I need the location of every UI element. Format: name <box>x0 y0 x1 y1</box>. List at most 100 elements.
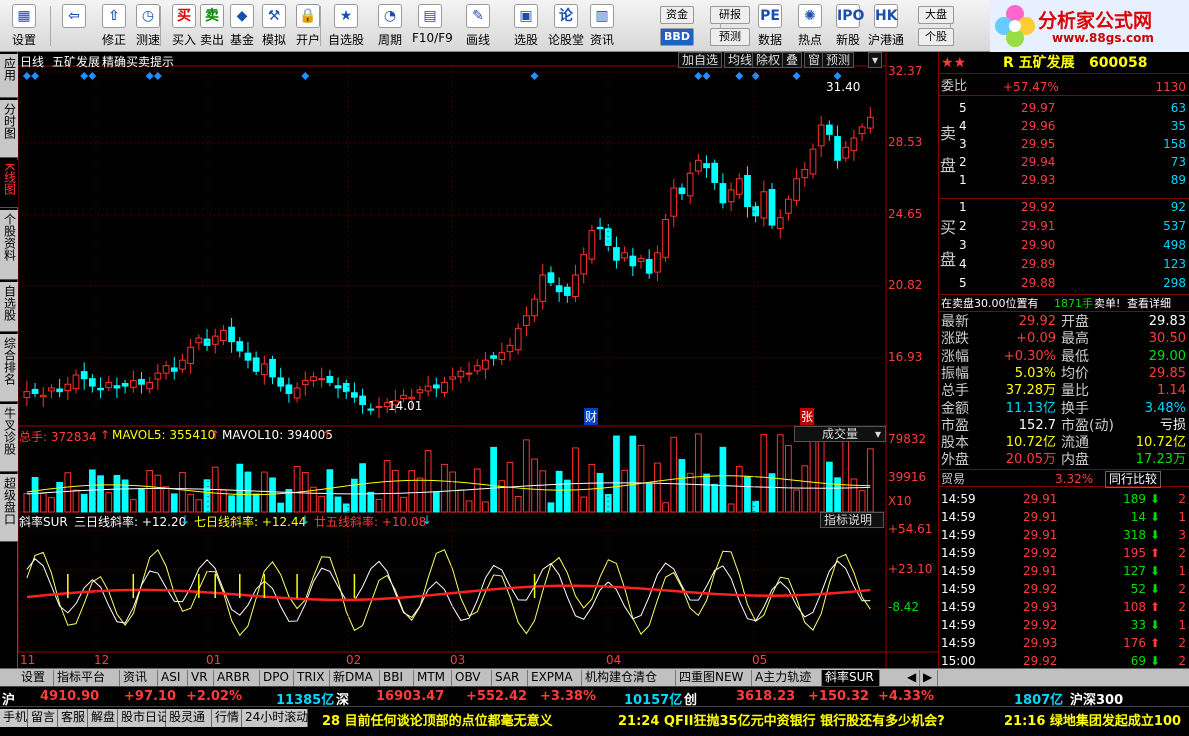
toolbar-f10-button[interactable]: ▤ F10/F9 <box>412 2 453 50</box>
ask-row[interactable]: 1 29.93 89 <box>939 171 1189 189</box>
left-tab-1[interactable]: 分时图 <box>0 100 18 158</box>
toolbar-menu-2[interactable]: 研报 <box>710 6 750 24</box>
news-tab-3[interactable]: 解盘 <box>88 709 118 727</box>
favorite-stars-icon[interactable]: ★★ <box>941 52 966 74</box>
indicator-tab-10[interactable]: MTM <box>414 670 452 686</box>
chart-menu-chevron-icon[interactable]: ▾ <box>868 52 883 68</box>
left-tab-7[interactable]: 超级盘口 <box>0 474 18 542</box>
bid-row[interactable]: 3 29.90 498 <box>939 236 1189 254</box>
indicator-tab-14[interactable]: 机构建仓清仓 <box>582 670 676 686</box>
news-headline-link[interactable]: 28 目前任何谈论顶部的点位都毫无意义 <box>322 710 553 729</box>
toolbar-hammer-button[interactable]: ⚒ 模拟 <box>256 2 292 50</box>
toolbar-data-button[interactable]: PE 数据 <box>752 2 788 50</box>
indicator-tab-5[interactable]: ARBR <box>214 670 260 686</box>
big-order-notice[interactable]: 在卖盘30.00位置有 1871手 卖单! 查看详细 <box>939 294 1189 312</box>
indicator-tab-12[interactable]: SAR <box>492 670 528 686</box>
toolbar-ipo-button[interactable]: IPO 新股 <box>830 2 866 50</box>
indicator-tab-8[interactable]: 新DMA <box>330 670 380 686</box>
news-tab-0[interactable]: 手机 <box>0 709 28 727</box>
notice-detail-link[interactable]: 查看详细 <box>1127 295 1171 313</box>
toolbar-pencil-button[interactable]: ✎ 画线 <box>460 2 496 50</box>
toolbar-grid-button[interactable]: ▦ 设置 <box>2 2 46 50</box>
indicator-tab-16[interactable]: A主力轨迹 <box>752 670 822 686</box>
left-tab-6[interactable]: 牛叉诊股 <box>0 404 18 472</box>
scroll-left-icon[interactable]: ◀ <box>904 670 920 686</box>
chart-btn-2[interactable]: 除权 <box>752 52 785 68</box>
toolbar-hot-button[interactable]: ✺ 热点 <box>792 2 828 50</box>
toolbar-label: 论股堂 <box>548 33 585 47</box>
industry-compare-button[interactable]: 同行比较 <box>1105 471 1162 488</box>
finance-mark-badge[interactable]: 财 <box>584 408 599 425</box>
toolbar-back-arrow-button[interactable]: ⇦ <box>52 2 96 50</box>
chart-btn-3[interactable]: 叠 <box>782 52 803 68</box>
news-headline-link[interactable]: 21:16 绿地集团发起成立100 <box>1004 710 1181 729</box>
news-tab-4[interactable]: 股市日记 <box>118 709 169 727</box>
expand-mark-badge[interactable]: 张 <box>800 408 815 425</box>
candle-body <box>31 388 39 394</box>
news-tab-5[interactable]: 股灵通 <box>166 709 212 727</box>
left-tab-0[interactable]: 应用 <box>0 54 18 98</box>
candle-body <box>596 226 604 230</box>
bid-row[interactable]: 5 29.88 298 <box>939 274 1189 292</box>
toolbar-fund-button[interactable]: ◆ 基金 <box>224 2 260 50</box>
indicator-help-button[interactable]: 指标说明 <box>820 512 884 528</box>
left-tab-3[interactable]: 个股资料 <box>0 210 18 280</box>
toolbar-menu-1[interactable]: BBD <box>660 28 694 46</box>
toolbar-screen-button[interactable]: ▣ 选股 <box>508 2 544 50</box>
candle-body <box>670 187 678 217</box>
bid-row[interactable]: 2 29.91 537 <box>939 217 1189 235</box>
left-tab-5[interactable]: 综合排名 <box>0 334 18 402</box>
volume-bar <box>793 489 800 513</box>
toolbar-star-button[interactable]: ★ 自选股 <box>328 2 364 50</box>
toolbar-menu-5[interactable]: 个股 <box>918 28 954 46</box>
ask-row[interactable]: 2 29.94 73 <box>939 153 1189 171</box>
toolbar-menu-4[interactable]: 大盘 <box>918 6 954 24</box>
news-headline-link[interactable]: 21:24 QFII狂抛35亿元中资银行 银行股还有多少机会? <box>618 710 945 729</box>
indicator-tab-6[interactable]: DPO <box>260 670 294 686</box>
candle-body <box>645 258 653 274</box>
ask-row[interactable]: 5 29.97 63 <box>939 99 1189 117</box>
volume-indicator-select[interactable]: 成交量 ▾ <box>794 426 886 442</box>
indicator-tab-15[interactable]: 四重图NEW <box>676 670 752 686</box>
candle-body <box>482 359 489 370</box>
toolbar-hk-button[interactable]: HK 沪港通 <box>868 2 904 50</box>
indicator-tab-13[interactable]: EXPMA <box>528 670 582 686</box>
chart-btn-0[interactable]: 加自选 <box>678 52 723 68</box>
ask-row[interactable]: 3 29.95 158 <box>939 135 1189 153</box>
indicator-tab-4[interactable]: VR <box>188 670 214 686</box>
scroll-right-icon[interactable]: ▶ <box>920 670 938 686</box>
news-tab-6[interactable]: 行情 <box>212 709 242 727</box>
chart-btn-4[interactable]: 窗 <box>804 52 825 68</box>
indicator-tab-7[interactable]: TRIX <box>294 670 330 686</box>
sz-change: +552.42 <box>466 689 528 704</box>
news-tab-1[interactable]: 留言 <box>28 709 58 727</box>
left-tab-2[interactable]: K线图 <box>0 160 18 208</box>
bid-row[interactable]: 4 29.89 123 <box>939 255 1189 273</box>
candle-body <box>825 124 833 135</box>
news-tab-2[interactable]: 客服 <box>58 709 88 727</box>
toolbar-cycle-button[interactable]: ◔ 周期 <box>372 2 408 50</box>
indicator-tab-9[interactable]: BBI <box>380 670 414 686</box>
indicator-tab-0[interactable]: 设置 <box>18 670 54 686</box>
news-tab-7[interactable]: 24小时滚动 <box>242 709 308 727</box>
indicator-tab-3[interactable]: ASI <box>158 670 188 686</box>
clock-icon: ◷ <box>136 4 160 28</box>
toolbar-menu-0[interactable]: 资金 <box>660 6 694 24</box>
indicator-tab-1[interactable]: 指标平台 <box>54 670 120 686</box>
ask-level: 2 <box>959 155 967 169</box>
toolbar-menu-3[interactable]: 预测 <box>710 28 750 46</box>
down-arrow-icon: ⬇ <box>1149 564 1160 578</box>
candle-body <box>367 408 375 411</box>
indicator-tab-17[interactable]: 斜率SUR <box>822 670 880 686</box>
candle-body <box>195 337 203 344</box>
bid-row[interactable]: 1 29.92 92 <box>939 198 1189 216</box>
indicator-tab-2[interactable]: 资讯 <box>120 670 158 686</box>
chart-btn-5[interactable]: 预测 <box>822 52 855 68</box>
toolbar-up-arrow-button[interactable]: ⇧ 修正 <box>96 2 132 50</box>
toolbar-news-button[interactable]: ▥ 资讯 <box>584 2 620 50</box>
indicator-tab-11[interactable]: OBV <box>452 670 492 686</box>
candle-body <box>768 189 776 226</box>
toolbar-discuss-button[interactable]: 论论股堂 <box>548 2 584 50</box>
left-tab-4[interactable]: 自选股 <box>0 282 18 332</box>
ask-row[interactable]: 4 29.96 35 <box>939 117 1189 135</box>
